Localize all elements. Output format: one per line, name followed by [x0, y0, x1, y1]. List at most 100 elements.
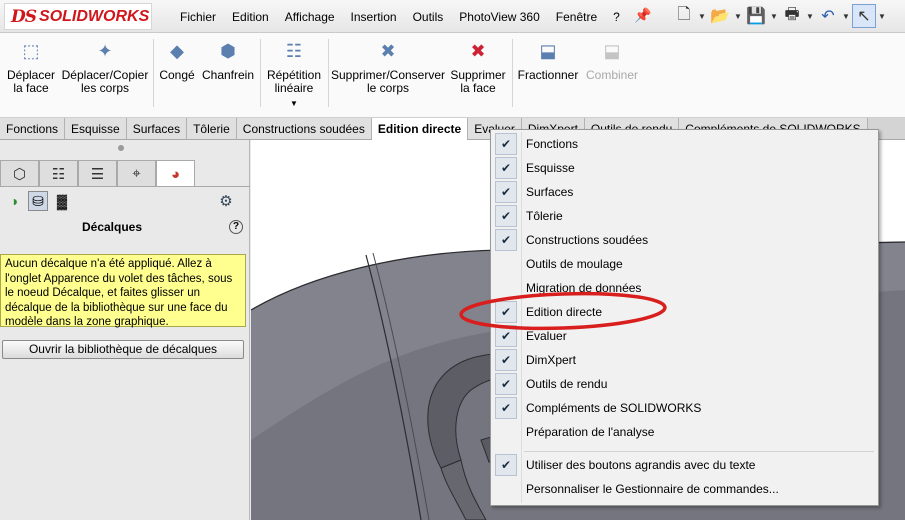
check-icon: ✔ — [495, 301, 517, 323]
menu-item-dimxpert[interactable]: ✔ DimXpert — [491, 348, 878, 372]
ribbon-divider — [328, 39, 329, 107]
help-icon[interactable]: ? — [229, 220, 243, 234]
chevron-down-icon[interactable]: ▼ — [698, 12, 706, 21]
property-panel: ⬡ ☷ ☰ ⌖ ◕ ◑ ⛁ ▓ ⚙ Décalques ? Aucun déca… — [0, 140, 250, 520]
print-icon[interactable]: 🖶 — [780, 4, 804, 28]
fillet-button[interactable]: ◆ Congé — [156, 39, 198, 82]
save-icon[interactable]: 💾 — [744, 4, 768, 28]
menu-item-label: Esquisse — [526, 161, 575, 175]
move-copy-bodies-button[interactable]: ✦ Déplacer/Copier les corps — [60, 39, 150, 95]
menu-items: Fichier Edition Affichage Insertion Outi… — [172, 0, 628, 33]
menu-insertion[interactable]: Insertion — [343, 10, 405, 24]
menu-item-t-lerie[interactable]: ✔ Tôlerie — [491, 204, 878, 228]
tab-fonctions[interactable]: Fonctions — [0, 118, 66, 139]
delete-face-label: Supprimer la face — [450, 68, 506, 95]
delete-face-button[interactable]: ✖ Supprimer la face — [448, 39, 508, 95]
open-folder-icon[interactable]: 📂 — [708, 4, 732, 28]
select-cursor-icon[interactable]: ↖ — [852, 4, 876, 28]
scene-lights-cameras-icon[interactable]: ▓ — [52, 191, 72, 211]
chevron-down-icon[interactable]: ▼ — [842, 12, 850, 21]
move-face-button[interactable]: ⬚ Déplacer la face — [4, 39, 58, 95]
solidworks-logo[interactable]: DS SOLIDWORKS — [4, 3, 152, 30]
tab-esquisse[interactable]: Esquisse — [65, 118, 127, 139]
menu-fenetre[interactable]: Fenêtre — [548, 10, 605, 24]
tab-surfaces[interactable]: Surfaces — [126, 118, 188, 139]
menu-item-large-buttons[interactable]: ✔ Utiliser des boutons agrandis avec du … — [491, 453, 878, 477]
ribbon-divider — [260, 39, 261, 107]
chamfer-label: Chanfrein — [201, 68, 255, 82]
appearances-icon[interactable]: ◑ — [4, 191, 24, 211]
menu-item-evaluer[interactable]: ✔ Evaluer — [491, 324, 878, 348]
decal-settings-icon[interactable]: ⚙ — [216, 192, 236, 212]
menu-item-migration-de-donn-es[interactable]: Migration de données — [491, 276, 878, 300]
split-button[interactable]: ⬓ Fractionner — [516, 39, 580, 82]
menu-item-label: Migration de données — [526, 281, 642, 295]
tab-tolerie[interactable]: Tôlerie — [187, 118, 237, 139]
open-decal-library-button[interactable]: Ouvrir la bibliothèque de décalques — [2, 340, 244, 359]
fillet-icon: ◆ — [170, 40, 184, 61]
check-icon: ✔ — [495, 397, 517, 419]
menu-separator — [524, 451, 874, 452]
menu-item-outils-de-moulage[interactable]: Outils de moulage — [491, 252, 878, 276]
dimxpert-manager-tab-icon[interactable]: ⌖ — [117, 160, 156, 186]
menu-item-label: Tôlerie — [526, 209, 563, 223]
chamfer-button[interactable]: ⬢ Chanfrein — [200, 39, 256, 82]
split-label: Fractionner — [517, 68, 579, 82]
menu-help[interactable]: ? — [605, 10, 628, 24]
ribbon-divider — [153, 39, 154, 107]
menu-item-label: Personnaliser le Gestionnaire de command… — [526, 482, 779, 496]
menu-edition[interactable]: Edition — [224, 10, 277, 24]
menu-item-edition-directe[interactable]: ✔ Edition directe — [491, 300, 878, 324]
pin-icon[interactable]: 📌 — [634, 7, 652, 25]
chevron-down-icon[interactable]: ▼ — [734, 12, 742, 21]
check-icon: ✔ — [495, 349, 517, 371]
tabs-context-menu: ✔ Fonctions ✔ Esquisse ✔ Surfaces ✔ Tôlerie ✔ Con… — [490, 129, 879, 506]
linear-pattern-label: Répétition linéaire — [266, 68, 322, 95]
configuration-manager-tab-icon[interactable]: ☰ — [78, 160, 117, 186]
chevron-down-icon[interactable]: ▼ — [806, 12, 814, 21]
chevron-down-icon[interactable]: ▼ — [770, 12, 778, 21]
delete-keep-body-button[interactable]: ✖ Supprimer/Conserver le corps — [330, 39, 446, 95]
delete-keep-body-icon: ✖ — [380, 40, 396, 61]
panel-tabs: ⬡ ☷ ☰ ⌖ ◕ — [0, 160, 195, 187]
chevron-down-icon[interactable]: ▼ — [878, 12, 886, 21]
menu-item-constructions-soud-es[interactable]: ✔ Constructions soudées — [491, 228, 878, 252]
menu-fichier[interactable]: Fichier — [172, 10, 224, 24]
undo-icon[interactable]: ↶ — [816, 4, 840, 28]
linear-pattern-button[interactable]: ☷ Répétition linéaire ▼ — [264, 39, 324, 110]
menu-item-label: Outils de moulage — [526, 257, 623, 271]
tab-constructions-soudees[interactable]: Constructions soudées — [236, 118, 372, 139]
menu-item-pr-paration-de-l-analyse[interactable]: Préparation de l'analyse — [491, 420, 878, 444]
menu-item-esquisse[interactable]: ✔ Esquisse — [491, 156, 878, 180]
menu-item-fonctions[interactable]: ✔ Fonctions — [491, 132, 878, 156]
menu-item-surfaces[interactable]: ✔ Surfaces — [491, 180, 878, 204]
decals-icon[interactable]: ⛁ — [28, 191, 48, 211]
combine-label: Combiner — [585, 68, 639, 82]
property-manager-tab-icon[interactable]: ☷ — [39, 160, 78, 186]
check-icon: ✔ — [495, 133, 517, 155]
menu-item-customize[interactable]: Personnaliser le Gestionnaire de command… — [491, 477, 878, 501]
menu-item-label: Fonctions — [526, 137, 579, 151]
menu-item-label: DimXpert — [526, 353, 577, 367]
check-icon: ✔ — [495, 205, 517, 227]
new-document-icon[interactable]: 🗋 — [672, 4, 696, 28]
menu-item-compl-ments-de-solidworks[interactable]: ✔ Compléments de SOLIDWORKS — [491, 396, 878, 420]
ribbon-divider — [512, 39, 513, 107]
menu-photoview[interactable]: PhotoView 360 — [451, 10, 548, 24]
split-icon: ⬓ — [539, 40, 557, 61]
menu-affichage[interactable]: Affichage — [277, 10, 343, 24]
delete-keep-body-label: Supprimer/Conserver le corps — [330, 68, 446, 95]
display-manager-tab-icon[interactable]: ◕ — [156, 160, 195, 187]
combine-button[interactable]: ⬓ Combiner — [584, 39, 640, 82]
feature-manager-tab-icon[interactable]: ⬡ — [0, 160, 39, 186]
tab-edition-directe[interactable]: Edition directe — [371, 118, 469, 140]
chevron-down-icon[interactable]: ▼ — [290, 97, 298, 110]
menu-outils[interactable]: Outils — [405, 10, 452, 24]
panel-grip[interactable] — [118, 145, 124, 151]
menu-bar: DS SOLIDWORKS Fichier Edition Affichage … — [0, 0, 905, 33]
combine-icon: ⬓ — [603, 40, 621, 61]
move-copy-icon: ✦ — [97, 40, 113, 61]
menu-item-outils-de-rendu[interactable]: ✔ Outils de rendu — [491, 372, 878, 396]
check-icon: ✔ — [495, 157, 517, 179]
ds-logo-icon: DS — [11, 6, 37, 27]
